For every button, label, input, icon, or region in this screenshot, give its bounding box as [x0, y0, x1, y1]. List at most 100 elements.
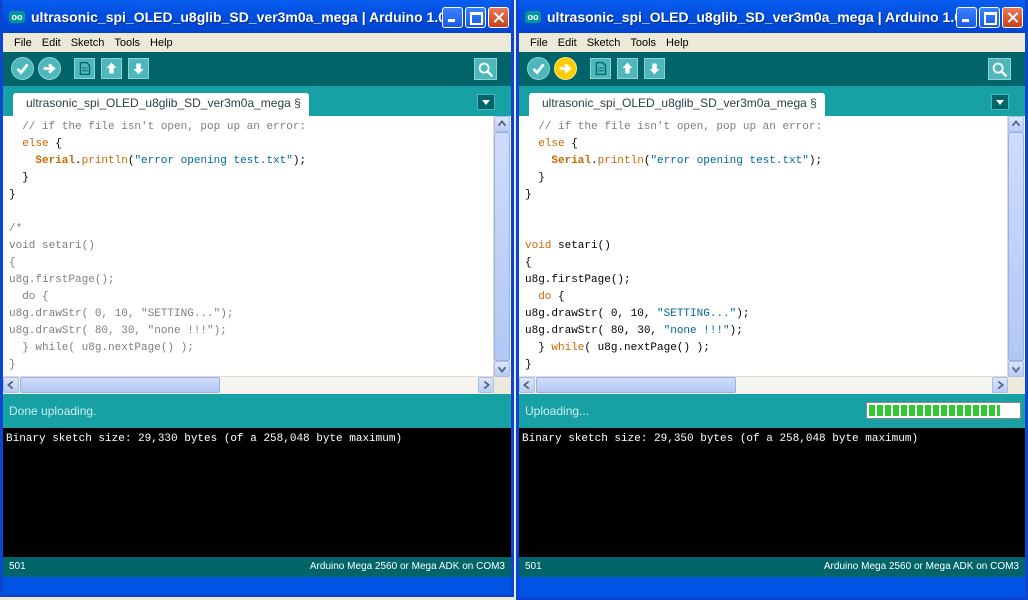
code-area[interactable]: // if the file isn't open, pop up an err… [525, 119, 1005, 374]
code-line: void setari() [525, 240, 611, 252]
sketch-tab[interactable]: ultrasonic_spi_OLED_u8glib_SD_ver3m0a_me… [529, 93, 825, 116]
vertical-scrollbar[interactable] [493, 116, 511, 377]
tab-menu-button[interactable] [991, 94, 1009, 110]
save-sketch-button[interactable] [644, 58, 665, 79]
title-bar[interactable]: oo ultrasonic_spi_OLED_u8glib_SD_ver3m0a… [3, 0, 511, 33]
new-document-icon [79, 61, 91, 76]
ide-window-right: oo ultrasonic_spi_OLED_u8glib_SD_ver3m0a… [516, 0, 1028, 600]
menu-help[interactable]: Help [145, 37, 178, 49]
menu-edit[interactable]: Edit [553, 37, 582, 49]
menu-file[interactable]: File [9, 37, 37, 49]
code-line: u8g.drawStr( 0, 10, "SETTING..."); [9, 308, 234, 320]
horizontal-scrollbar[interactable] [519, 376, 1008, 394]
checkmark-icon [16, 63, 29, 75]
console-output[interactable]: Binary sketch size: 29,350 bytes (of a 2… [519, 428, 1025, 557]
scroll-left-button[interactable] [3, 377, 19, 393]
scroll-down-button[interactable] [1008, 361, 1024, 377]
scroll-up-button[interactable] [494, 116, 510, 132]
progress-fill [869, 405, 1001, 416]
code-line: Serial.println("error opening test.txt")… [551, 155, 823, 167]
open-sketch-button[interactable] [101, 58, 122, 79]
window-title: ultrasonic_spi_OLED_u8glib_SD_ver3m0a_me… [31, 9, 458, 25]
toolbar [3, 52, 511, 86]
menu-tools[interactable]: Tools [625, 37, 661, 49]
upload-button[interactable] [554, 57, 577, 80]
vertical-scroll-thumb[interactable] [494, 132, 510, 361]
left-triangle-icon [6, 380, 14, 390]
left-triangle-icon [522, 380, 530, 390]
status-message: Done uploading. [9, 404, 97, 418]
scrollbar-corner [1008, 377, 1025, 394]
down-arrow-icon [133, 63, 144, 75]
menu-edit[interactable]: Edit [37, 37, 66, 49]
right-triangle-icon [997, 380, 1005, 390]
code-line: } [9, 359, 16, 371]
code-line: Serial.println("error opening test.txt")… [35, 155, 307, 167]
down-triangle-icon [1011, 366, 1021, 374]
code-line: do { [538, 291, 565, 303]
serial-monitor-button[interactable] [474, 58, 497, 80]
console-message: Binary sketch size: 29,330 bytes (of a 2… [6, 433, 403, 445]
menu-tools[interactable]: Tools [109, 37, 145, 49]
code-line: u8g.drawStr( 80, 30, "none !!!"); [525, 325, 743, 337]
scroll-left-button[interactable] [519, 377, 535, 393]
menu-sketch[interactable]: Sketch [582, 37, 626, 49]
code-line: u8g.firstPage(); [9, 274, 115, 286]
open-sketch-button[interactable] [617, 58, 638, 79]
vertical-scrollbar[interactable] [1007, 116, 1025, 377]
horizontal-scroll-thumb[interactable] [20, 377, 220, 393]
close-button[interactable] [488, 7, 509, 28]
code-line: u8g.drawStr( 0, 10, "SETTING..."); [525, 308, 750, 320]
minimize-button[interactable] [956, 7, 977, 28]
new-sketch-button[interactable] [590, 58, 611, 79]
code-line: u8g.drawStr( 80, 30, "none !!!"); [9, 325, 227, 337]
menu-sketch[interactable]: Sketch [66, 37, 110, 49]
new-sketch-button[interactable] [74, 58, 95, 79]
serial-monitor-button[interactable] [988, 58, 1011, 80]
menu-help[interactable]: Help [661, 37, 694, 49]
upload-button[interactable] [38, 57, 61, 80]
scroll-right-button[interactable] [992, 377, 1008, 393]
menu-file[interactable]: File [525, 37, 553, 49]
horizontal-scrollbar[interactable] [3, 376, 494, 394]
horizontal-scroll-thumb[interactable] [536, 377, 736, 393]
code-editor[interactable]: // if the file isn't open, pop up an err… [3, 116, 511, 394]
code-line: // if the file isn't open, pop up an err… [538, 121, 823, 133]
verify-button[interactable] [11, 57, 34, 80]
maximize-button[interactable] [979, 7, 1000, 28]
save-sketch-button[interactable] [128, 58, 149, 79]
maximize-button[interactable] [465, 7, 486, 28]
status-bar: Uploading... [519, 394, 1025, 428]
sketch-tab[interactable]: ultrasonic_spi_OLED_u8glib_SD_ver3m0a_me… [13, 93, 309, 116]
close-button[interactable] [1002, 7, 1023, 28]
scroll-down-button[interactable] [494, 361, 510, 377]
tab-menu-button[interactable] [477, 94, 495, 110]
code-editor[interactable]: // if the file isn't open, pop up an err… [519, 116, 1025, 394]
code-line: // if the file isn't open, pop up an err… [22, 121, 307, 133]
up-arrow-icon [106, 62, 117, 74]
code-line: void setari() [9, 240, 95, 252]
console-output[interactable]: Binary sketch size: 29,330 bytes (of a 2… [3, 428, 511, 557]
up-arrow-icon [622, 62, 633, 74]
verify-button[interactable] [527, 57, 550, 80]
checkmark-icon [532, 63, 545, 75]
status-message: Uploading... [525, 404, 590, 418]
title-bar[interactable]: oo ultrasonic_spi_OLED_u8glib_SD_ver3m0a… [519, 0, 1025, 33]
minimize-button[interactable] [442, 7, 463, 28]
code-line: do { [9, 291, 49, 303]
right-arrow-icon [43, 63, 56, 74]
code-line: } [9, 172, 29, 184]
code-line: } [9, 189, 16, 201]
code-area[interactable]: // if the file isn't open, pop up an err… [9, 119, 491, 391]
scroll-up-button[interactable] [1008, 116, 1024, 132]
vertical-scroll-thumb[interactable] [1008, 132, 1024, 361]
code-line: else { [538, 138, 578, 150]
toolbar [519, 52, 1025, 86]
scroll-right-button[interactable] [478, 377, 494, 393]
scrollbar-corner [494, 377, 511, 394]
window-title: ultrasonic_spi_OLED_u8glib_SD_ver3m0a_me… [547, 9, 974, 25]
status-bar: Done uploading. [3, 394, 511, 428]
upload-progress-bar [866, 402, 1021, 419]
